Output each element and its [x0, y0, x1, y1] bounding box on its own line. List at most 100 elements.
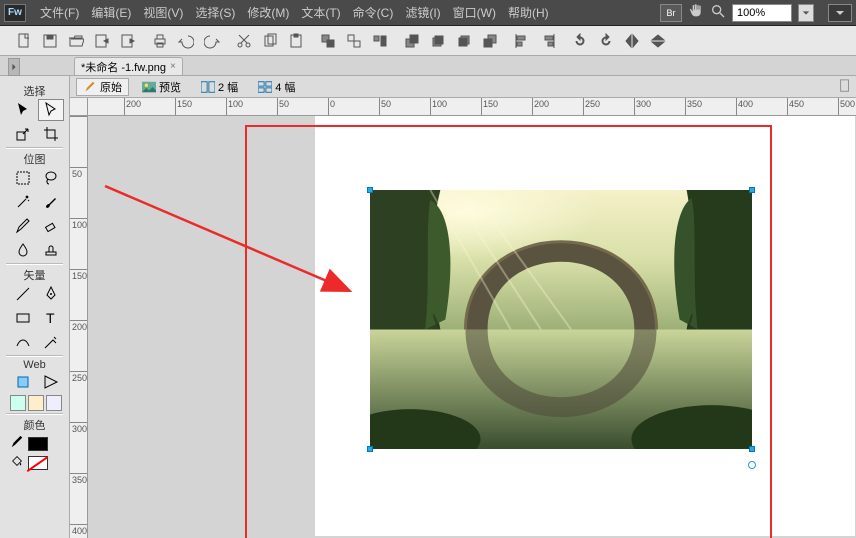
bridge-button[interactable]: Br	[660, 4, 682, 22]
document-tabstrip: *未命名 -1.fw.png ×	[0, 56, 856, 76]
redo-button[interactable]	[202, 31, 222, 51]
hand-icon[interactable]	[688, 3, 704, 22]
workspace-switcher[interactable]	[828, 4, 852, 22]
align-right-button[interactable]	[538, 31, 558, 51]
scale-tool[interactable]	[10, 123, 36, 145]
rotate-ccw-button[interactable]	[570, 31, 590, 51]
view-tab-label: 2 幅	[218, 79, 238, 95]
image-icon	[142, 81, 156, 93]
copy-button[interactable]	[260, 31, 280, 51]
view-tab-4up[interactable]: 4 幅	[251, 78, 302, 96]
menu-file[interactable]: 文件(F)	[34, 0, 85, 25]
menu-filters[interactable]: 滤镜(I)	[399, 0, 446, 25]
ruler-origin[interactable]	[70, 98, 88, 116]
menu-help[interactable]: 帮助(H)	[502, 0, 555, 25]
hotspot-tool[interactable]	[10, 371, 36, 393]
eraser-tool[interactable]	[38, 215, 64, 237]
menu-text[interactable]: 文本(T)	[295, 0, 346, 25]
export-button[interactable]	[118, 31, 138, 51]
menu-view[interactable]: 视图(V)	[137, 0, 189, 25]
main-toolbar	[0, 26, 856, 56]
rotate-cw-button[interactable]	[596, 31, 616, 51]
pencil-tool[interactable]	[10, 215, 36, 237]
zoom-dropdown[interactable]	[798, 4, 814, 22]
blur-tool[interactable]	[10, 239, 36, 261]
resize-handle-se[interactable]	[749, 446, 755, 452]
view-tab-preview[interactable]: 预览	[135, 78, 188, 96]
menu-commands[interactable]: 命令(C)	[347, 0, 400, 25]
stroke-swatch[interactable]	[28, 437, 48, 451]
image-content	[370, 190, 752, 449]
menu-modify[interactable]: 修改(M)	[241, 0, 295, 25]
save-button[interactable]	[40, 31, 60, 51]
rotate-handle[interactable]	[748, 461, 756, 469]
align-left-button[interactable]	[512, 31, 532, 51]
show-slices-button[interactable]	[28, 395, 44, 411]
document-tab[interactable]: *未命名 -1.fw.png ×	[74, 57, 183, 75]
rectangle-tool[interactable]	[10, 307, 36, 329]
search-icon[interactable]	[710, 3, 726, 22]
menu-edit[interactable]: 编辑(E)	[85, 0, 137, 25]
pen-tool[interactable]	[38, 283, 64, 305]
rubber-stamp-tool[interactable]	[38, 239, 64, 261]
import-button[interactable]	[92, 31, 112, 51]
four-up-icon	[258, 81, 272, 93]
document-tab-title: *未命名 -1.fw.png	[81, 59, 166, 75]
ungroup-button[interactable]	[344, 31, 364, 51]
subselect-tool[interactable]	[38, 99, 64, 121]
new-doc-button[interactable]	[14, 31, 34, 51]
view-tab-original[interactable]: 原始	[76, 78, 129, 96]
text-tool[interactable]: T	[38, 307, 64, 329]
marquee-tool[interactable]	[10, 167, 36, 189]
print-button[interactable]	[150, 31, 170, 51]
menu-window[interactable]: 窗口(W)	[447, 0, 502, 25]
lasso-tool[interactable]	[38, 167, 64, 189]
view-tabs: 原始 预览 2 幅 4 幅	[70, 76, 856, 98]
send-back-button[interactable]	[480, 31, 500, 51]
page-options-icon[interactable]	[838, 79, 852, 93]
resize-handle-nw[interactable]	[367, 187, 373, 193]
undo-button[interactable]	[176, 31, 196, 51]
close-tab-icon[interactable]: ×	[170, 61, 176, 72]
tools-section-select: 选择	[4, 83, 65, 99]
flip-h-button[interactable]	[622, 31, 642, 51]
menu-select[interactable]: 选择(S)	[189, 0, 241, 25]
selected-image[interactable]	[370, 190, 752, 449]
line-tool[interactable]	[10, 283, 36, 305]
open-button[interactable]	[66, 31, 86, 51]
cut-button[interactable]	[234, 31, 254, 51]
zoom-level[interactable]: 100%	[732, 4, 792, 22]
ruler-horizontal[interactable]: 2001501005005010015020025030035040045050…	[88, 98, 856, 116]
tools-section-colors: 颜色	[4, 417, 65, 433]
bring-forward-button[interactable]	[428, 31, 448, 51]
group-button[interactable]	[318, 31, 338, 51]
pointer-tool[interactable]	[10, 99, 36, 121]
slice-overlay-button[interactable]	[46, 395, 62, 411]
tools-section-bitmap: 位图	[4, 151, 65, 167]
magic-wand-tool[interactable]	[10, 191, 36, 213]
bring-front-button[interactable]	[402, 31, 422, 51]
ruler-vertical[interactable]: 50100150200250300350400	[70, 116, 88, 538]
two-up-icon	[201, 81, 215, 93]
view-tab-2up[interactable]: 2 幅	[194, 78, 245, 96]
hide-slices-button[interactable]	[10, 395, 26, 411]
brush-tool[interactable]	[38, 191, 64, 213]
menu-bar: Fw 文件(F) 编辑(E) 视图(V) 选择(S) 修改(M) 文本(T) 命…	[0, 0, 856, 26]
flip-v-button[interactable]	[648, 31, 668, 51]
fill-swatch[interactable]	[28, 456, 48, 470]
slice-tool[interactable]	[38, 371, 64, 393]
canvas-area[interactable]: 原始 预览 2 幅 4 幅 20015010050050100150200250…	[70, 76, 856, 538]
crop-tool[interactable]	[38, 123, 64, 145]
knife-tool[interactable]	[38, 331, 64, 353]
fill-color-icon	[10, 454, 24, 471]
align-button[interactable]	[370, 31, 390, 51]
view-tab-label: 4 幅	[275, 79, 295, 95]
send-backward-button[interactable]	[454, 31, 474, 51]
freeform-tool[interactable]	[10, 331, 36, 353]
stroke-color-icon	[10, 435, 24, 452]
paste-button[interactable]	[286, 31, 306, 51]
resize-handle-sw[interactable]	[367, 446, 373, 452]
view-tab-label: 预览	[159, 79, 181, 95]
resize-handle-ne[interactable]	[749, 187, 755, 193]
panel-expand-handle[interactable]	[8, 58, 20, 76]
